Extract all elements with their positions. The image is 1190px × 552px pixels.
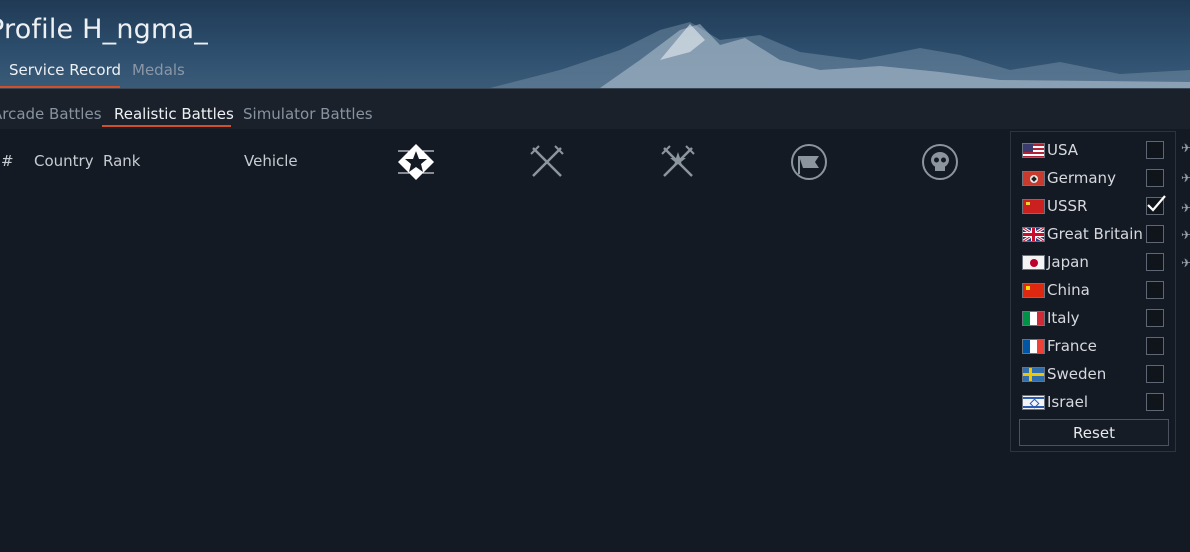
tab-realistic-battles[interactable]: Realistic Battles: [114, 105, 234, 123]
country-label: USA: [1047, 141, 1079, 159]
crossed-swords-star-icon[interactable]: [658, 142, 698, 182]
country-item-sweden[interactable]: Sweden: [1012, 361, 1174, 385]
checkbox-sweden[interactable]: [1146, 365, 1164, 383]
page-title: Profile H_ngma_: [0, 14, 208, 45]
germany-flag-icon: [1022, 171, 1045, 186]
column-header-rank[interactable]: Rank: [103, 152, 140, 170]
column-header-vehicle[interactable]: Vehicle: [244, 152, 298, 170]
china-flag-icon: [1022, 283, 1045, 298]
france-flag-icon: [1022, 339, 1045, 354]
country-item-italy[interactable]: Italy: [1012, 305, 1174, 329]
active-tab-indicator: [0, 86, 120, 88]
side-filter-icon[interactable]: ✈: [1181, 228, 1190, 242]
country-label: France: [1047, 337, 1097, 355]
crossed-swords-icon[interactable]: [527, 142, 567, 182]
checkmark-icon: [1147, 195, 1166, 212]
country-label: China: [1047, 281, 1090, 299]
side-filter-icon[interactable]: ✈: [1181, 201, 1190, 215]
tab-service-record[interactable]: Service Record: [9, 60, 121, 88]
side-filter-icon[interactable]: ✈: [1181, 171, 1190, 185]
great-britain-flag-icon: [1022, 227, 1045, 242]
country-label: Germany: [1047, 169, 1116, 187]
country-item-germany[interactable]: Germany: [1012, 165, 1174, 189]
column-header-country[interactable]: Country: [34, 152, 94, 170]
country-label: Italy: [1047, 309, 1080, 327]
checkbox-china[interactable]: [1146, 281, 1164, 299]
country-item-usa[interactable]: USA: [1012, 137, 1174, 161]
tab-medals[interactable]: Medals: [132, 60, 185, 88]
flag-circle-icon[interactable]: [789, 142, 829, 182]
sweden-flag-icon: [1022, 367, 1045, 382]
profile-header: Profile H_ngma_ Service Record Medals: [0, 0, 1190, 89]
country-item-great-britain[interactable]: Great Britain: [1012, 221, 1174, 245]
star-emblem-icon[interactable]: [396, 142, 436, 182]
country-label: Israel: [1047, 393, 1088, 411]
country-item-japan[interactable]: Japan: [1012, 249, 1174, 273]
country-label: Sweden: [1047, 365, 1107, 383]
active-battle-tab-indicator: [102, 125, 231, 127]
tab-arcade-battles[interactable]: Arcade Battles: [0, 105, 102, 123]
country-item-israel[interactable]: Israel: [1012, 389, 1174, 413]
tab-simulator-battles[interactable]: Simulator Battles: [243, 105, 373, 123]
country-label: Japan: [1047, 253, 1089, 271]
usa-flag-icon: [1022, 143, 1045, 158]
checkbox-israel[interactable]: [1146, 393, 1164, 411]
checkbox-usa[interactable]: [1146, 141, 1164, 159]
side-filter-icon[interactable]: ✈: [1181, 256, 1190, 270]
italy-flag-icon: [1022, 311, 1045, 326]
reset-button[interactable]: Reset: [1019, 419, 1169, 446]
skull-circle-icon[interactable]: [920, 142, 960, 182]
japan-flag-icon: [1022, 255, 1045, 270]
checkbox-ussr[interactable]: [1146, 195, 1166, 215]
column-header-number[interactable]: #: [1, 152, 14, 170]
country-item-ussr[interactable]: USSR: [1012, 193, 1174, 217]
checkbox-italy[interactable]: [1146, 309, 1164, 327]
checkbox-great-britain[interactable]: [1146, 225, 1164, 243]
country-item-china[interactable]: China: [1012, 277, 1174, 301]
side-filter-icon[interactable]: ✈: [1181, 141, 1190, 155]
checkbox-japan[interactable]: [1146, 253, 1164, 271]
ussr-flag-icon: [1022, 199, 1045, 214]
israel-flag-icon: [1022, 395, 1045, 410]
checkbox-germany[interactable]: [1146, 169, 1164, 187]
checkbox-france[interactable]: [1146, 337, 1164, 355]
country-label: Great Britain: [1047, 225, 1143, 243]
country-item-france[interactable]: France: [1012, 333, 1174, 357]
country-label: USSR: [1047, 197, 1088, 215]
